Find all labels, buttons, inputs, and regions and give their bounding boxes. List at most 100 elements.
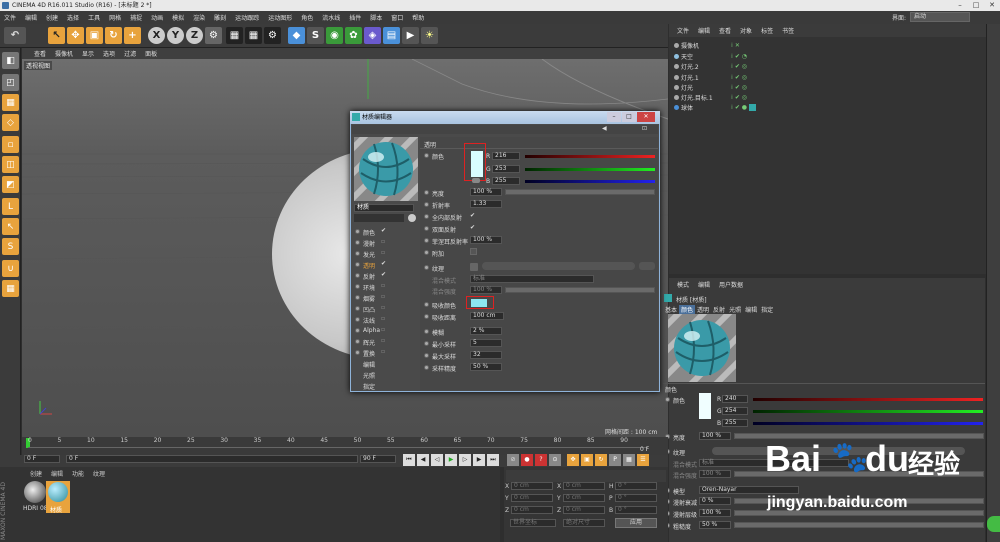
vp-menu-filter[interactable]: 过滤 [124, 49, 136, 58]
channel-luminance[interactable]: 发光 [363, 250, 375, 259]
dialog-minimize-button[interactable]: – [607, 112, 621, 122]
max-samples-radio[interactable] [424, 353, 429, 358]
attr-color-radio[interactable] [665, 397, 670, 402]
coord-z-input[interactable]: 0 cm [511, 506, 553, 514]
attr-b-slider[interactable] [753, 422, 983, 425]
accuracy-radio[interactable] [424, 365, 429, 370]
autokey-icon[interactable]: ● [521, 454, 533, 466]
menu-plugins[interactable]: 插件 [349, 13, 361, 22]
attr-level-input[interactable]: 100 % [699, 509, 731, 517]
prev-frame-icon[interactable]: ◁ [431, 454, 443, 466]
menu-animate[interactable]: 动画 [151, 13, 163, 22]
edges-mode-icon[interactable]: ◫ [2, 156, 19, 173]
play-icon[interactable]: ▶ [445, 454, 457, 466]
timeline-menu-icon[interactable]: ☰ [637, 454, 649, 466]
attr-tab-illumination[interactable]: 光照 [727, 305, 743, 314]
attr-tab-assignment[interactable]: 指定 [759, 305, 775, 314]
color-radio[interactable] [424, 153, 429, 158]
current-frame-input[interactable]: 0 F [24, 455, 60, 463]
render-settings-icon[interactable]: ⚙ [264, 27, 281, 44]
mm-menu-edit[interactable]: 编辑 [51, 469, 63, 478]
material-thumb-hdri[interactable] [24, 481, 46, 503]
snap-icon[interactable]: S [2, 238, 19, 255]
channel-bump[interactable]: 凹凸 [363, 305, 375, 314]
visibility-icon[interactable]: ⁞ ✕ [731, 42, 740, 49]
refraction-input[interactable]: 1.33 [470, 200, 502, 208]
attr-r-input[interactable]: 240 [722, 395, 748, 403]
menu-simulate[interactable]: 模拟 [172, 13, 184, 22]
absorption-color-radio[interactable] [424, 302, 429, 307]
r-slider[interactable] [525, 155, 655, 158]
menu-edit[interactable]: 编辑 [25, 13, 37, 22]
start-frame-input[interactable]: 0 F [66, 455, 358, 463]
dialog-close-button[interactable]: ✕ [637, 112, 655, 122]
brightness-input[interactable]: 100 % [470, 188, 502, 196]
brightness-slider[interactable] [505, 189, 655, 195]
channel-reflectance-radio[interactable] [355, 273, 360, 278]
menu-snap[interactable]: 捕捉 [130, 13, 142, 22]
texture-field[interactable] [482, 262, 635, 270]
menu-select[interactable]: 选择 [67, 13, 79, 22]
visibility-icon[interactable]: ⁞ ✔ ◎ [731, 63, 747, 70]
max-frame-input[interactable]: 90 F [360, 455, 396, 463]
menu-render[interactable]: 渲染 [193, 13, 205, 22]
attr-color-swatch[interactable] [699, 393, 711, 419]
move-icon[interactable]: ✥ [67, 27, 84, 44]
texture-browse-button[interactable] [639, 262, 655, 270]
move-key-icon[interactable]: ✥ [567, 454, 579, 466]
menu-create[interactable]: 创建 [46, 13, 58, 22]
attr-roughness-slider[interactable] [734, 522, 984, 528]
scale-key-icon[interactable]: ▣ [581, 454, 593, 466]
mm-menu-function[interactable]: 功能 [72, 469, 84, 478]
max-samples-input[interactable]: 32 [470, 351, 502, 359]
axis-icon[interactable]: L [2, 198, 19, 215]
workplane-icon[interactable]: ◇ [2, 114, 19, 131]
g-slider[interactable] [525, 168, 655, 171]
x-axis-icon[interactable]: X [148, 27, 165, 44]
texture-mode-icon[interactable]: ▦ [2, 94, 19, 111]
prev-key-icon[interactable]: ◀ [417, 454, 429, 466]
visibility-icon[interactable]: ⁞ ✔ ◎ [731, 84, 747, 91]
object-row-camera[interactable]: 摄像机 ⁞ ✕ [671, 40, 921, 50]
attr-tab-transparency[interactable]: 透明 [695, 305, 711, 314]
attr-r-slider[interactable] [753, 398, 983, 401]
next-key-icon[interactable]: ▶ [473, 454, 485, 466]
minimize-button[interactable]: – [952, 0, 968, 11]
attr-tab-color[interactable]: 颜色 [679, 305, 696, 314]
b-input[interactable]: 255 [492, 177, 520, 185]
material-tag-icon[interactable] [748, 103, 756, 111]
attr-menu-mode[interactable]: 模式 [677, 280, 689, 289]
color-mode-toggle[interactable] [472, 178, 480, 183]
goto-end-icon[interactable]: ⏭ [487, 454, 499, 466]
double-sided-checkbox[interactable]: ✔ [470, 224, 475, 231]
attr-tab-basic[interactable]: 基本 [663, 305, 679, 314]
undo-icon[interactable]: ↶ [4, 27, 26, 44]
channel-fog-radio[interactable] [355, 295, 360, 300]
channel-glow-check[interactable]: ▫ [381, 337, 385, 344]
channel-assignment[interactable]: 指定 [363, 382, 375, 391]
texture-radio[interactable] [424, 265, 429, 270]
make-editable-icon[interactable]: ◧ [2, 52, 19, 69]
material-thumb[interactable] [48, 482, 68, 502]
position-key-icon[interactable]: ⊙ [549, 454, 561, 466]
goto-start-icon[interactable]: ⏮ [403, 454, 415, 466]
channel-alpha-radio[interactable] [355, 328, 360, 333]
object-row-sky[interactable]: 天空 ⁞ ✔ ◔ [671, 51, 921, 61]
object-row-light[interactable]: 灯光 ⁞ ✔ ◎ [671, 82, 921, 92]
channel-diffusion-check[interactable]: ▫ [381, 238, 385, 245]
subdivision-icon[interactable]: ◉ [326, 27, 343, 44]
blur-radio[interactable] [424, 329, 429, 334]
channel-environment-check[interactable]: ▫ [381, 282, 385, 289]
om-menu-view[interactable]: 查看 [719, 26, 731, 35]
channel-luminance-check[interactable]: ▫ [381, 249, 385, 256]
additive-radio[interactable] [424, 250, 429, 255]
coord-x-input[interactable]: 0 cm [511, 482, 553, 490]
cube-icon[interactable]: ◆ [288, 27, 305, 44]
mixstrength-input[interactable]: 100 % [470, 286, 502, 294]
render-picture-viewer-icon[interactable]: ▦ [245, 27, 262, 44]
channel-normal-check[interactable]: ▫ [381, 315, 385, 322]
channel-transparency-radio[interactable] [355, 262, 360, 267]
attr-falloff-input[interactable]: 0 % [699, 497, 731, 505]
attr-mixstrength-input[interactable]: 100 % [699, 470, 731, 478]
attr-menu-edit[interactable]: 编辑 [698, 280, 710, 289]
